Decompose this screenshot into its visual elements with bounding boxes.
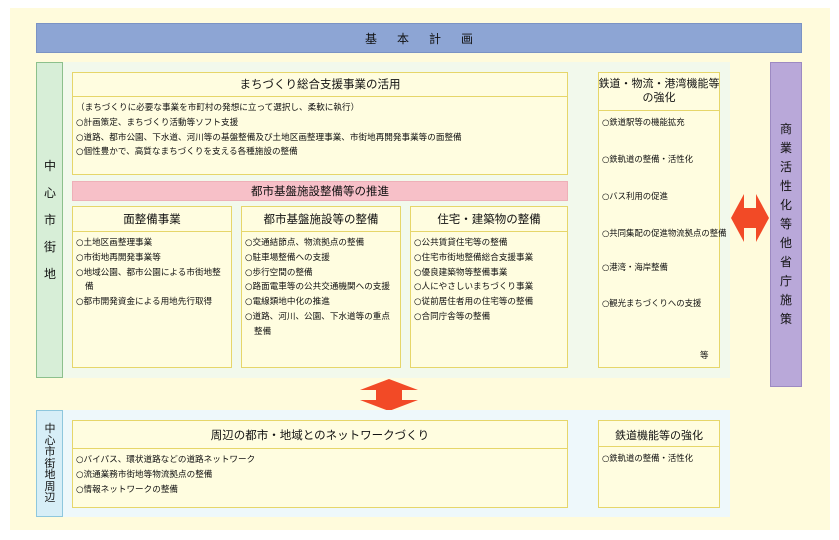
list-item: ○観光まちづくりへの支援 [602, 298, 702, 308]
list-item: ○道路、都市公園、下水道、河川等の基盤整備及び土地区画整理事業、市街地再開発事業… [76, 132, 462, 143]
list-item: ○路面電車等の公共交通機関への支援 [245, 282, 390, 293]
list-item: ○バイパス、環状道路などの道路ネットワーク [76, 455, 256, 465]
list-item: ○公共賃貸住宅等の整備 [414, 238, 508, 248]
divider [241, 231, 401, 232]
list-item: ○地域公園、都市公園による市街地整備 [76, 267, 221, 293]
rail-logistics-port-title: 鉄道・物流・港湾機能等の強化 [598, 77, 720, 104]
list-item: ○共同集配の促進物流拠点の整備 [602, 228, 727, 238]
basic-plan-bar: 基本計画 [36, 23, 802, 53]
list-item: ○鉄軌道の整備・活性化 [602, 154, 694, 164]
list-item: ○電線類地中化の推進 [245, 297, 330, 308]
network-building-title: 周辺の都市・地域とのネットワークづくり [210, 428, 430, 442]
list-item: ○個性豊かで、高質なまちづくりを支える各種施設の整備 [76, 147, 298, 158]
list-item: ○市街地再開発事業等 [76, 252, 161, 263]
list-item: ○住宅市街地整備総合支援事業 [414, 252, 534, 263]
list-item: ○土地区画整理事業 [76, 238, 153, 248]
urban-infrastructure-heading: 都市基盤施設整備等の推進 [72, 181, 568, 201]
area-development-title: 面整備事業 [123, 212, 181, 226]
divider [72, 96, 568, 97]
list-item: ○計画策定、まちづくり活動等ソフト支援 [76, 117, 239, 128]
rail-function-list: ○鉄軌道の整備・活性化 [602, 452, 718, 465]
list-item: ○情報ネットワークの整備 [76, 484, 179, 495]
list-item: ○鉄軌道の整備・活性化 [602, 453, 694, 463]
infrastructure-facilities-title: 都市基盤施設等の整備 [263, 212, 379, 226]
list-item: ○交通結節点、物流拠点の整備 [245, 238, 365, 248]
list-item: ○都市開発資金による用地先行取得 [76, 297, 213, 308]
infrastructure-facilities-list: ○交通結節点、物流拠点の整備 ○駐車場整備への支援 ○歩行空間の整備 ○路面電車… [245, 236, 398, 340]
central-city-label: 中 心 市 街 地 [43, 158, 56, 281]
list-item: ○駐車場整備への支援 [245, 252, 330, 263]
list-item: ○従前居住者用の住宅等の整備 [414, 297, 534, 308]
area-development-list: ○土地区画整理事業 ○市街地再開発事業等 ○地域公園、都市公園による市街地整備 … [76, 236, 229, 310]
housing-buildings-list: ○公共賃貸住宅等の整備 ○住宅市街地整備総合支援事業 ○優良建築物等整備事業 ○… [414, 236, 566, 325]
double-arrow-up-down-icon [360, 379, 418, 411]
network-building-list: ○バイパス、環状道路などの道路ネットワーク ○流通業務市街地等物流拠点の整備 ○… [76, 453, 566, 497]
etc-note: 等 [700, 351, 709, 361]
divider [598, 446, 720, 447]
comprehensive-support-list: （まちづくりに必要な事業を市町村の発想に立って選択し、柔軟に執行） ○計画策定、… [76, 101, 566, 160]
divider [72, 231, 232, 232]
divider [410, 231, 568, 232]
divider [598, 110, 720, 111]
divider [72, 448, 568, 449]
housing-buildings-title: 住宅・建築物の整備 [437, 212, 541, 226]
list-item: ○歩行空間の整備 [245, 267, 313, 278]
list-item: ○優良建築物等整備事業 [414, 267, 508, 278]
comprehensive-support-title: まちづくり総合支援事業の活用 [239, 77, 401, 91]
other-ministry-measures-box: 商 業 活 性 化 等 他 省 庁 施 策 [770, 62, 802, 387]
rail-function-title: 鉄道機能等の強化 [615, 429, 703, 442]
list-item: ○合同庁舎等の整備 [414, 311, 491, 322]
list-item: ○港湾・海岸整備 [602, 262, 668, 272]
list-item: ○道路、河川、公園、下水道等の重点整備 [245, 311, 390, 337]
list-item: ○人にやさしいまちづくり事業 [414, 282, 534, 293]
support-intro: （まちづくりに必要な事業を市町村の発想に立って選択し、柔軟に執行） [76, 103, 360, 113]
list-item: ○流通業務市街地等物流拠点の整備 [76, 469, 213, 480]
basic-plan-label: 基本計画 [364, 31, 493, 46]
list-item: ○バス利用の促進 [602, 191, 668, 201]
central-city-periphery-label: 中 心 市 街 地 周 辺 [44, 422, 56, 505]
list-item: ○鉄道駅等の機能拡充 [602, 117, 685, 127]
double-arrow-left-right-icon [731, 194, 769, 242]
